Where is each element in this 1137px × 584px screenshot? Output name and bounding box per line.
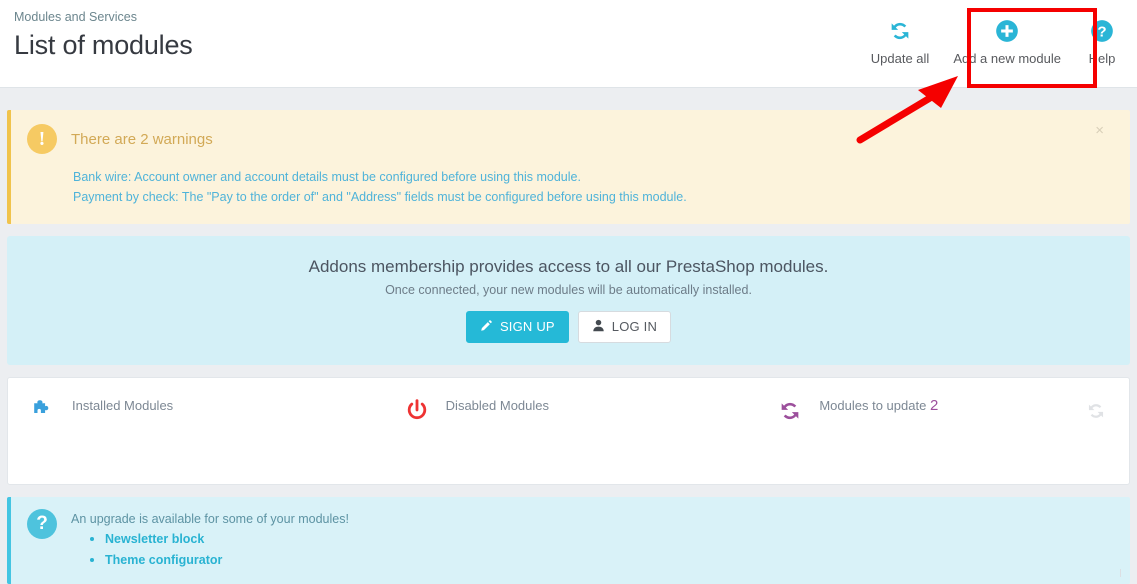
warning-line: Bank wire: Account owner and account det… [73, 170, 581, 184]
refresh-icon [887, 16, 913, 46]
stat-installed-modules[interactable]: Installed Modules [8, 398, 382, 426]
addons-subtitle: Once connected, your new modules will be… [385, 282, 752, 297]
warning-alert: ! There are 2 warnings Bank wire: Accoun… [7, 110, 1130, 224]
refresh-icon[interactable] [1085, 400, 1107, 425]
list-item: Theme configurator [105, 551, 349, 570]
stat-text: Disabled Modules [446, 398, 549, 415]
stat-label: Modules to update [819, 397, 927, 413]
pencil-icon [480, 319, 493, 335]
upgrade-info-body: An upgrade is available for some of your… [71, 509, 349, 570]
help-label: Help [1088, 51, 1116, 66]
upgrade-module-list: Newsletter block Theme configurator [71, 530, 349, 570]
sign-up-button[interactable]: SIGN UP [465, 310, 569, 343]
svg-text:?: ? [1097, 23, 1106, 40]
warning-alert-body: Bank wire: Account owner and account det… [73, 167, 1112, 208]
stat-label: Disabled Modules [445, 397, 550, 413]
update-all-label: Update all [870, 51, 930, 66]
help-button[interactable]: ? Help [1075, 10, 1129, 70]
addons-title: Addons membership provides access to all… [308, 256, 829, 276]
upgrade-info-title: An upgrade is available for some of your… [71, 511, 349, 526]
stat-disabled-modules[interactable]: Disabled Modules [382, 398, 756, 426]
power-off-icon [402, 398, 432, 426]
list-item: Newsletter block [105, 530, 349, 549]
warning-exclamation-icon: ! [27, 124, 57, 154]
stat-text: Modules to update 2 [819, 396, 939, 415]
refresh-icon [775, 398, 805, 426]
stat-modules-to-update[interactable]: Modules to update 2 [755, 396, 1129, 426]
sign-up-label: SIGN UP [499, 318, 555, 334]
update-all-button[interactable]: Update all [861, 10, 940, 70]
addons-membership-panel: Addons membership provides access to all… [7, 235, 1130, 365]
module-link-newsletter-block[interactable]: Newsletter block [105, 532, 204, 546]
stat-text: Installed Modules [72, 398, 173, 415]
help-circle-icon: ? [1089, 16, 1115, 46]
log-in-button[interactable]: LOG IN [577, 310, 672, 343]
user-icon [592, 319, 605, 335]
bottom-divider [1120, 569, 1121, 577]
log-in-label: LOG IN [611, 318, 658, 334]
addons-actions: SIGN UP LOG IN [17, 310, 1120, 343]
warning-alert-header: ! There are 2 warnings [27, 124, 1112, 154]
stat-label: Installed Modules [72, 397, 174, 413]
upgrade-info-alert: ? An upgrade is available for some of yo… [7, 496, 1130, 584]
question-circle-icon: ? [27, 508, 57, 539]
plus-circle-icon [994, 16, 1020, 46]
modules-stats-panel: Installed Modules Disabled Modules Modul… [7, 376, 1130, 485]
warning-line: Payment by check: The "Pay to the order … [73, 190, 687, 205]
add-new-module-button[interactable]: Add a new module [939, 10, 1075, 70]
warning-alert-title: There are 2 warnings [71, 130, 213, 148]
add-new-module-label: Add a new module [953, 51, 1061, 66]
stat-value: 2 [929, 396, 939, 414]
module-link-theme-configurator[interactable]: Theme configurator [105, 553, 222, 567]
page-header: Modules and Services List of modules Upd… [0, 0, 1137, 88]
close-icon[interactable]: × [1091, 119, 1108, 142]
puzzle-piece-icon [28, 398, 58, 426]
page-toolbar: Update all Add a new module ? Help [861, 10, 1129, 70]
